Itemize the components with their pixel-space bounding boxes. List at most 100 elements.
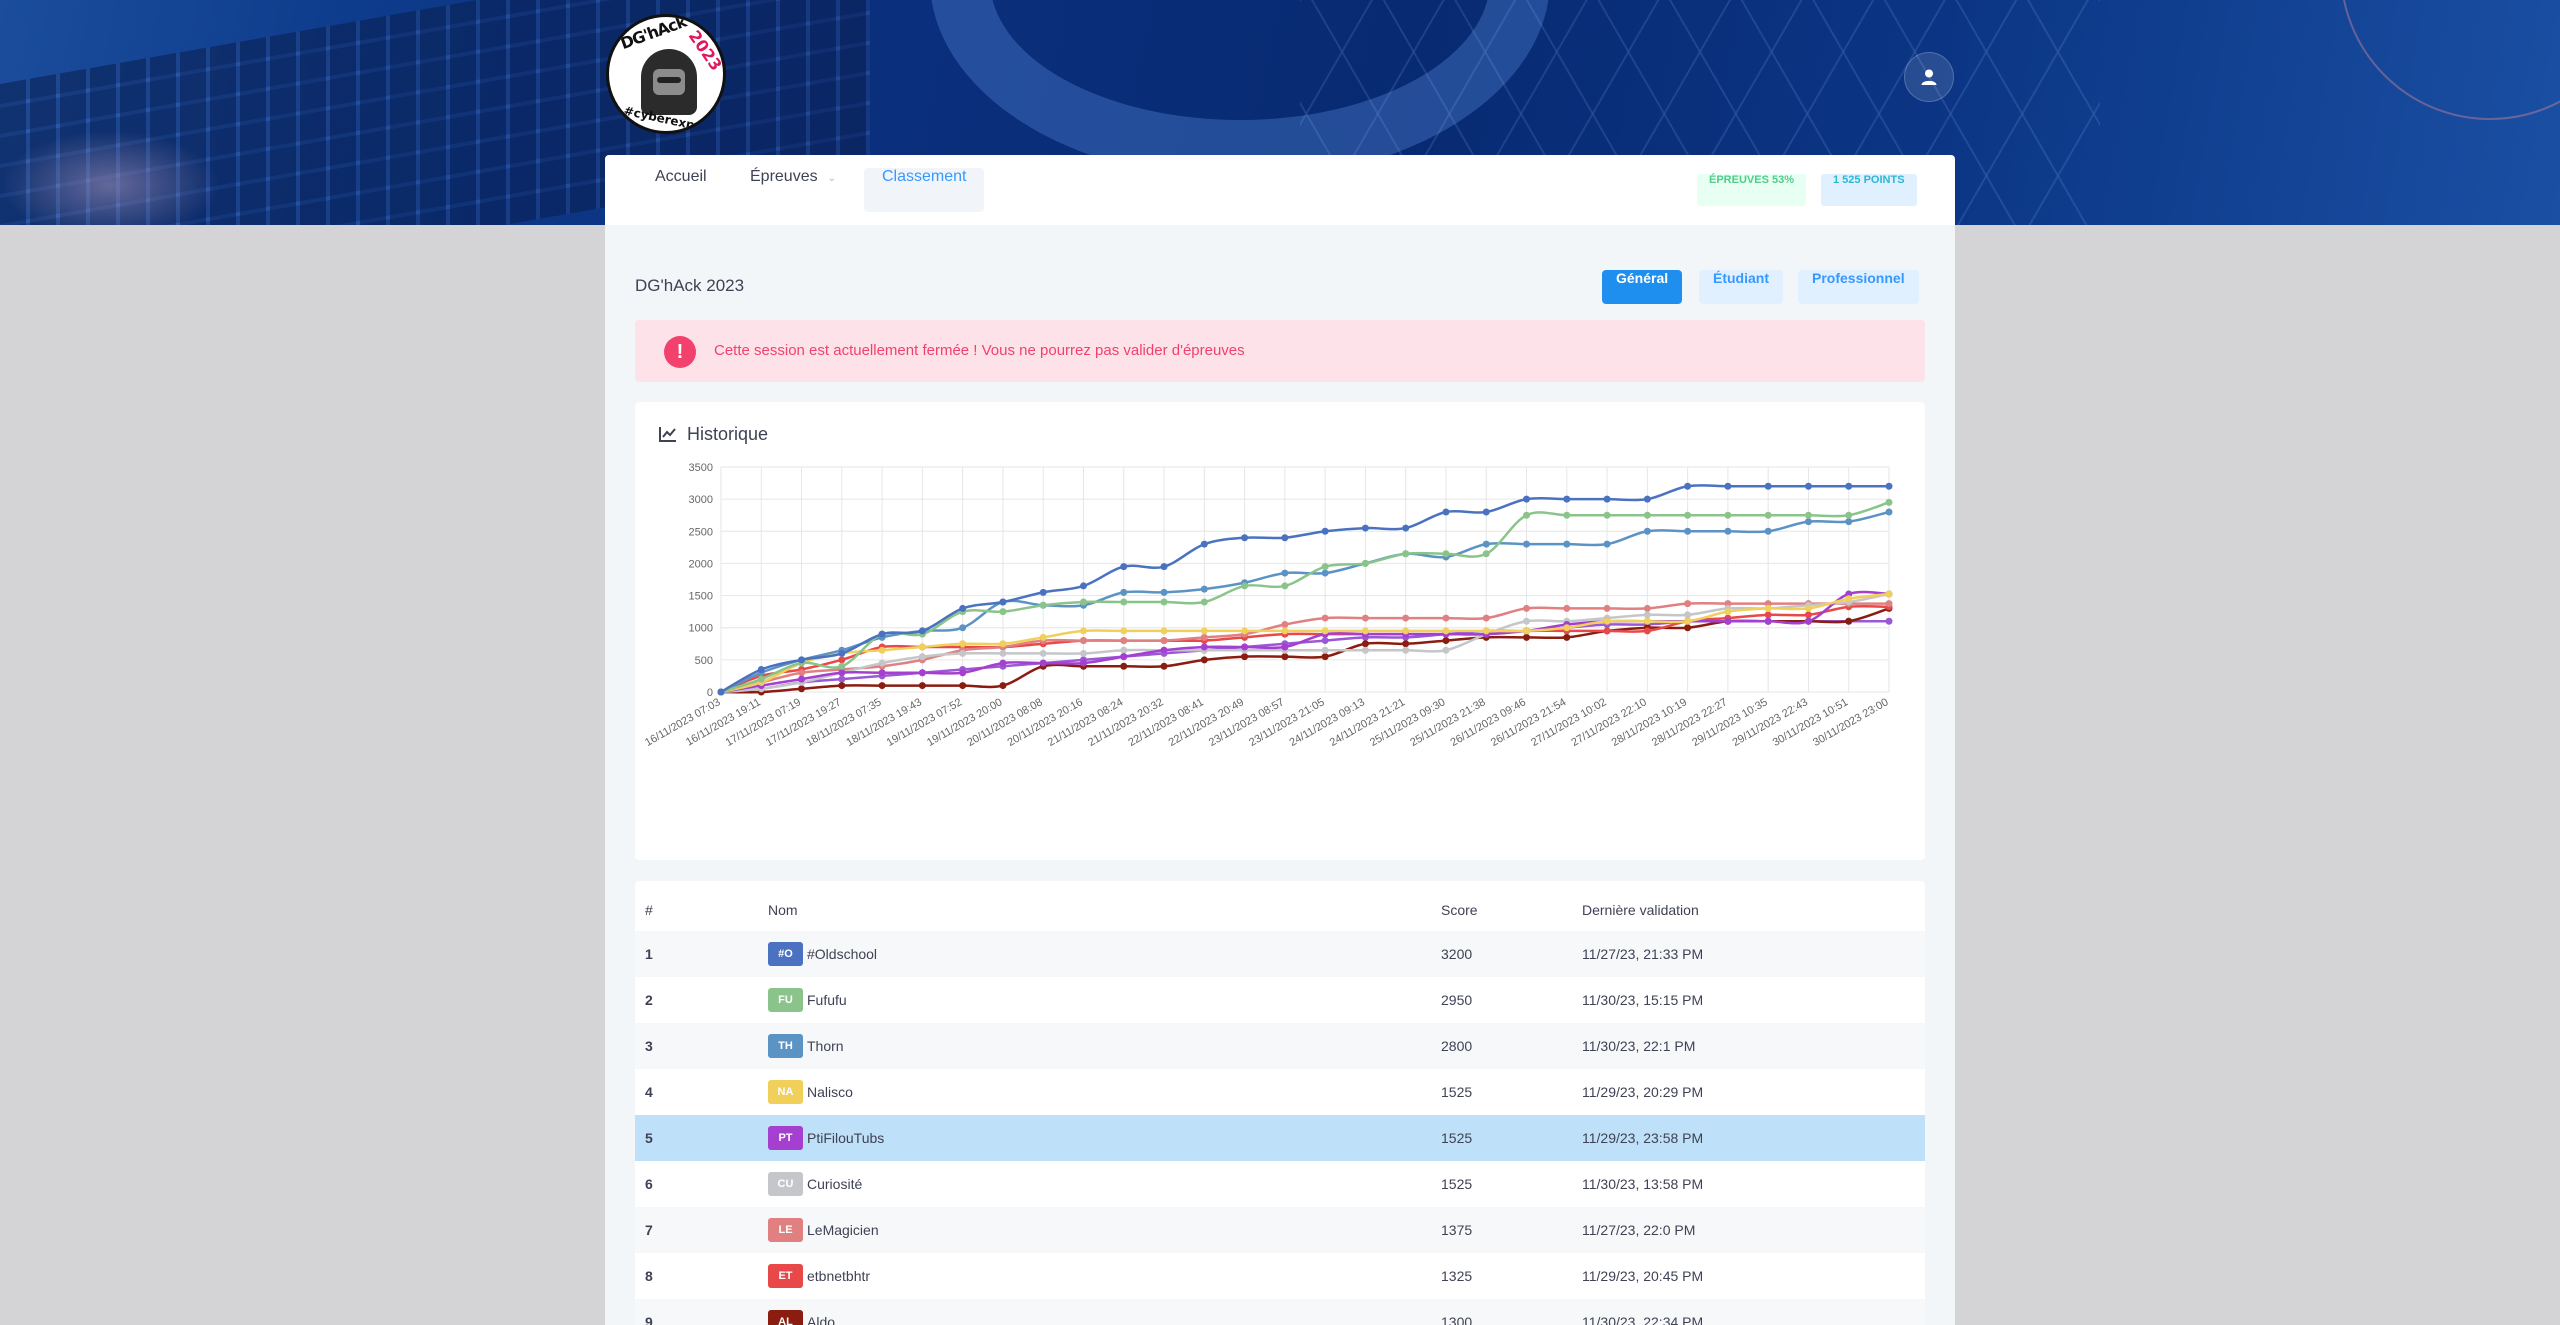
data-point <box>838 662 846 670</box>
data-point <box>999 608 1007 616</box>
last-validation-cell: 11/29/23, 20:29 PM <box>1582 1084 1704 1100</box>
data-point <box>1684 624 1692 632</box>
team-name-cell: etbnetbhtr <box>807 1268 871 1284</box>
data-point <box>1200 585 1208 593</box>
team-avatar: NA <box>768 1080 803 1104</box>
data-point <box>1160 637 1168 645</box>
data-point <box>1402 614 1410 622</box>
data-point <box>1563 604 1571 612</box>
table-row[interactable]: 1 3200 11/27/23, 21:33 PM #Oldschool #O <box>635 931 1925 977</box>
data-point <box>1160 627 1168 635</box>
data-point <box>1482 540 1490 548</box>
data-point <box>1079 649 1087 657</box>
data-point <box>1643 511 1651 519</box>
page-title: DG'hAck 2023 <box>635 276 745 295</box>
data-point <box>959 604 967 612</box>
table-row[interactable]: 5 1525 11/29/23, 23:58 PM PtiFilouTubs PT <box>635 1115 1925 1161</box>
data-point <box>1442 646 1450 654</box>
epreuves-progress-badge: ÉPREUVES 53% <box>1697 174 1806 206</box>
data-point <box>1643 611 1651 619</box>
chart-title: Historique <box>687 423 769 444</box>
data-point <box>1643 617 1651 625</box>
team-avatar: PT <box>768 1126 803 1150</box>
data-point <box>1200 598 1208 606</box>
user-menu-button[interactable] <box>1904 52 1954 102</box>
data-point <box>1603 604 1611 612</box>
data-point <box>1684 527 1692 535</box>
data-point <box>1442 550 1450 558</box>
table-row[interactable]: 2 2950 11/30/23, 15:15 PM Fufufu FU <box>635 977 1925 1023</box>
data-point <box>1724 608 1732 616</box>
data-point <box>1442 508 1450 516</box>
chart-header: Historique <box>659 422 768 446</box>
data-point <box>1281 643 1289 651</box>
data-point <box>757 666 765 673</box>
data-point <box>959 624 967 632</box>
session-closed-alert: ! Cette session est actuellement fermée … <box>635 320 1925 382</box>
chart-labels: 050010001500200025003000350016/11/2023 0… <box>643 462 1890 749</box>
data-point <box>1039 633 1047 641</box>
chart-series <box>717 482 1893 696</box>
nav-classement[interactable]: Classement <box>864 168 985 212</box>
data-point <box>1563 624 1571 632</box>
data-point <box>1160 646 1168 654</box>
data-point <box>1120 627 1128 635</box>
data-point <box>878 646 886 654</box>
data-point <box>878 682 886 690</box>
table-row[interactable]: 8 1325 11/29/23, 20:45 PM etbnetbhtr ET <box>635 1253 1925 1299</box>
last-validation-cell: 11/29/23, 23:58 PM <box>1582 1130 1704 1146</box>
nav-accueil[interactable]: Accueil <box>637 168 725 212</box>
data-point <box>959 669 967 677</box>
data-point <box>878 659 886 667</box>
team-name-cell: PtiFilouTubs <box>807 1130 885 1146</box>
data-point <box>1120 653 1128 661</box>
chart-line-icon <box>659 427 676 442</box>
x-tick-label: 30/11/2023 23:00 <box>1811 696 1890 749</box>
data-point <box>1764 527 1772 535</box>
data-point <box>1120 646 1128 654</box>
data-point <box>1321 637 1329 645</box>
rank-cell: 8 <box>645 1268 653 1284</box>
data-point <box>1281 621 1289 628</box>
data-point <box>1361 640 1369 648</box>
data-point <box>1281 653 1289 661</box>
last-validation-cell: 11/29/23, 20:45 PM <box>1582 1268 1704 1284</box>
data-point <box>1764 611 1772 619</box>
data-point <box>1039 601 1047 609</box>
team-name-cell: Nalisco <box>807 1084 853 1100</box>
data-point <box>1523 617 1531 625</box>
category-etudiant-button[interactable]: Étudiant <box>1699 270 1783 304</box>
data-point <box>1402 646 1410 654</box>
data-point <box>1764 604 1772 612</box>
table-row[interactable]: 6 1525 11/30/23, 13:58 PM Curiosité CU <box>635 1161 1925 1207</box>
table-row[interactable]: 7 1375 11/27/23, 22:0 PM LeMagicien LE <box>635 1207 1925 1253</box>
history-chart: 050010001500200025003000350016/11/2023 0… <box>643 462 1893 749</box>
data-point <box>1160 563 1168 571</box>
data-point <box>1402 550 1410 558</box>
data-point <box>999 649 1007 657</box>
score-cell: 3200 <box>1441 946 1473 962</box>
category-professionnel-button[interactable]: Professionnel <box>1798 270 1919 304</box>
data-point <box>798 675 806 683</box>
logo[interactable]: DG'hAck 2023 #cyberexpert <box>606 14 726 134</box>
data-point <box>1120 588 1128 596</box>
table-row[interactable]: 9 1300 11/30/23, 22:34 PM Aldo AL <box>635 1299 1925 1325</box>
nav-epreuves[interactable]: Épreuves ⌄ <box>732 168 854 212</box>
hacker-face-icon <box>653 69 685 95</box>
data-point <box>1120 637 1128 645</box>
data-point <box>1361 627 1369 635</box>
category-general-button[interactable]: Général <box>1602 270 1683 304</box>
table-row[interactable]: 4 1525 11/29/23, 20:29 PM Nalisco NA <box>635 1069 1925 1115</box>
team-avatar: LE <box>768 1218 803 1242</box>
rank-cell: 5 <box>645 1130 653 1146</box>
data-point <box>1442 637 1450 645</box>
data-point <box>918 643 926 651</box>
data-point <box>1845 617 1853 625</box>
banner-ring-decoration-right <box>2340 0 2560 120</box>
data-point <box>1402 640 1410 648</box>
table-row[interactable]: 3 2800 11/30/23, 22:1 PM Thorn TH <box>635 1023 1925 1069</box>
data-point <box>1482 550 1490 558</box>
data-point <box>1563 633 1571 641</box>
score-cell: 1300 <box>1441 1314 1473 1325</box>
data-point <box>1361 524 1369 532</box>
